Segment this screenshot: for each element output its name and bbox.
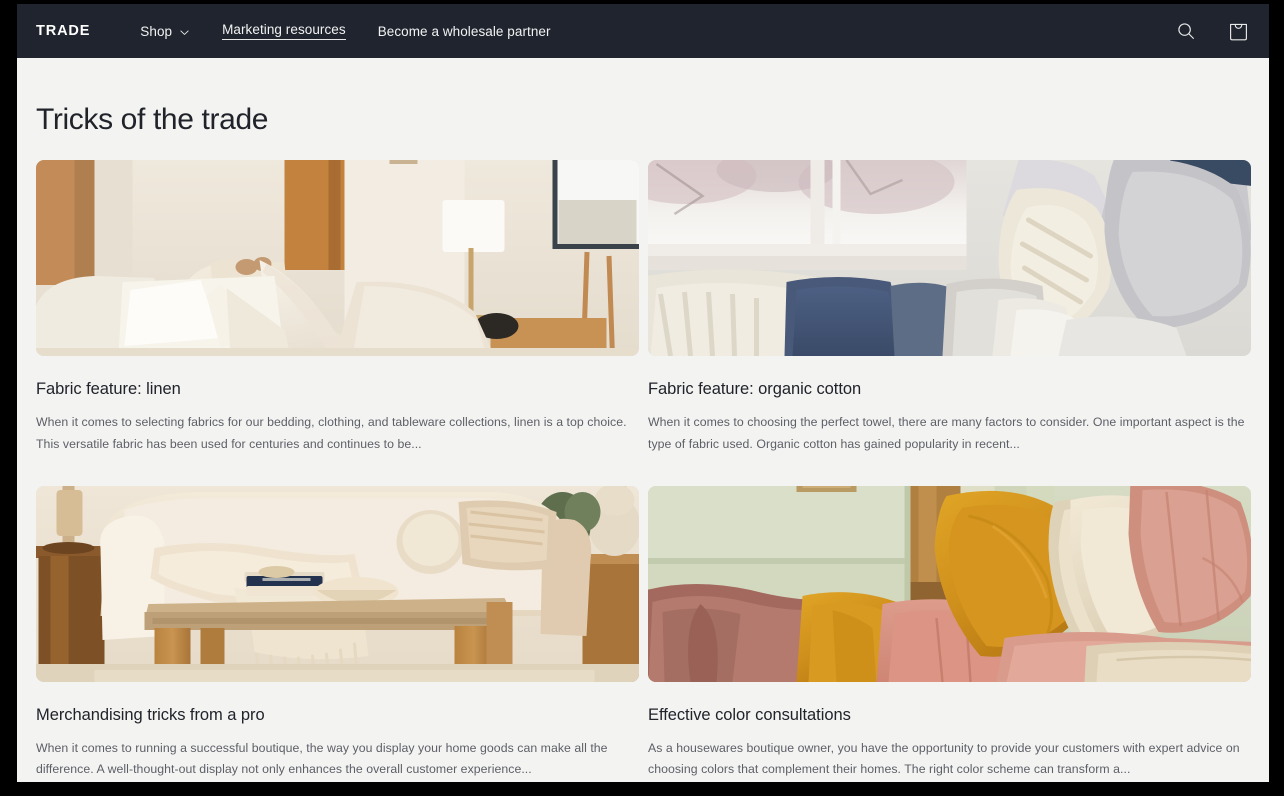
article-card-title: Merchandising tricks from a pro — [36, 705, 265, 724]
article-card-excerpt: When it comes to running a successful bo… — [36, 741, 608, 777]
article-card-image — [648, 160, 1251, 356]
search-icon — [1176, 21, 1196, 41]
article-card-image — [648, 485, 1251, 682]
primary-navigation: Shop Marketing resources Become a wholes… — [140, 16, 550, 46]
article-card-excerpt: As a housewares boutique owner, you have… — [648, 741, 1240, 777]
article-card-title: Effective color consultations — [648, 705, 851, 724]
site-header: TRADE Shop Marketing resources Become a … — [17, 4, 1269, 58]
nav-item-marketing-resources-label: Marketing resources — [222, 22, 346, 40]
article-card-title: Fabric feature: organic cotton — [648, 380, 862, 398]
nav-item-become-a-wholesale-partner-label: Become a wholesale partner — [377, 23, 551, 39]
article-card[interactable]: Fabric feature: linen When it comes to s… — [36, 160, 639, 486]
chevron-down-icon — [179, 27, 190, 38]
article-card-image — [36, 485, 639, 682]
article-card-excerpt: When it comes to choosing the perfect to… — [648, 415, 1245, 451]
nav-item-shop-label: Shop — [140, 23, 173, 39]
page-viewport: TRADE Shop Marketing resources Become a … — [17, 4, 1269, 782]
browser-frame: TRADE Shop Marketing resources Become a … — [0, 0, 1284, 796]
article-card-excerpt: When it comes to selecting fabrics for o… — [36, 415, 627, 451]
page-title: Tricks of the trade — [36, 103, 269, 136]
nav-item-shop[interactable]: Shop — [140, 18, 190, 45]
header-actions — [1173, 18, 1251, 44]
cart-button[interactable] — [1225, 18, 1251, 44]
nav-item-marketing-resources[interactable]: Marketing resources — [222, 16, 346, 46]
shopping-bag-icon — [1228, 20, 1249, 42]
article-card-grid: Fabric feature: linen When it comes to s… — [36, 160, 1251, 782]
article-card[interactable]: Merchandising tricks from a pro When it … — [36, 485, 639, 782]
article-card[interactable]: Effective color consultations As a house… — [648, 485, 1251, 782]
nav-item-become-a-wholesale-partner[interactable]: Become a wholesale partner — [378, 18, 551, 45]
site-logo[interactable]: TRADE — [36, 23, 90, 39]
article-card[interactable]: Fabric feature: organic cotton When it c… — [648, 160, 1251, 486]
article-card-image — [36, 160, 639, 356]
main-content: Tricks of the trade Fabric feature: line… — [17, 58, 1269, 782]
search-button[interactable] — [1173, 18, 1199, 44]
article-card-title: Fabric feature: linen — [36, 380, 181, 398]
